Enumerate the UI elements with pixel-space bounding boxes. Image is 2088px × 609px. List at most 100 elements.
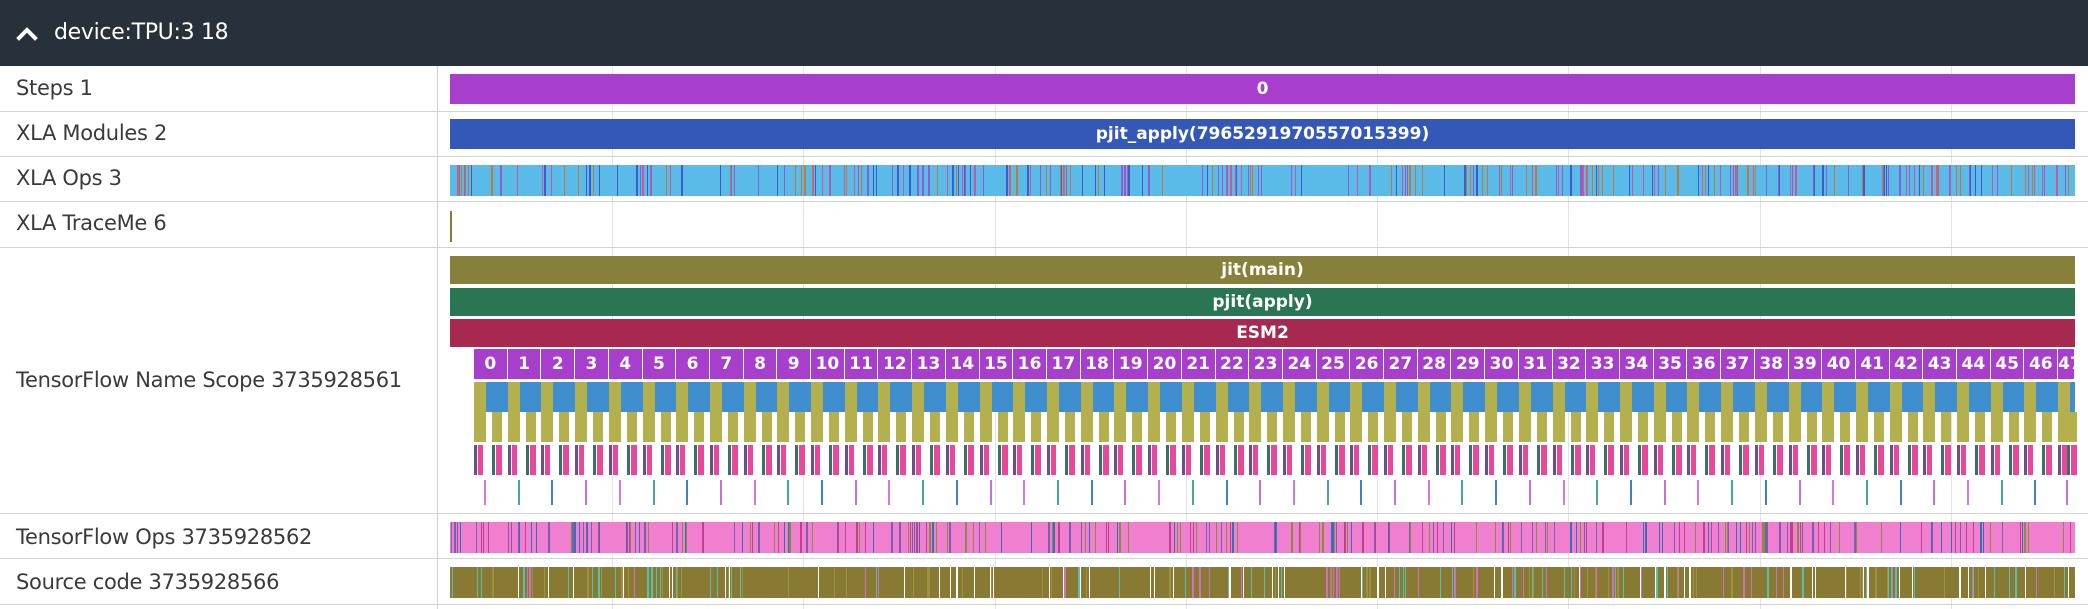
scope-event[interactable] [486, 382, 508, 412]
scope-event[interactable] [1764, 480, 1767, 505]
tf-op-event[interactable] [1718, 522, 1719, 553]
scope-event[interactable] [1350, 382, 1363, 412]
scope-event[interactable] [1080, 412, 1093, 442]
source-code-event[interactable] [939, 567, 940, 598]
scope-event[interactable] [1417, 412, 1430, 442]
source-code-event[interactable] [993, 567, 994, 598]
name-scope-esm2-bar[interactable]: ESM2 [450, 319, 2075, 347]
scope-event[interactable] [575, 412, 588, 442]
source-code-event[interactable] [1173, 567, 1174, 598]
xla-op-event[interactable] [2025, 165, 2026, 196]
scope-event[interactable] [553, 382, 576, 412]
scope-event[interactable] [2066, 480, 2069, 505]
scope-event[interactable] [823, 382, 845, 412]
source-code-event[interactable] [548, 567, 549, 598]
scope-event[interactable] [1840, 412, 1851, 442]
scope-event[interactable] [2058, 382, 2071, 412]
scope-event[interactable] [2034, 480, 2037, 505]
scope-event[interactable] [1455, 445, 1461, 475]
tf-op-event[interactable] [1454, 522, 1455, 553]
tf-op-event[interactable] [1545, 522, 1546, 553]
xla-op-event[interactable] [1370, 165, 1371, 196]
tf-op-event[interactable] [1791, 522, 1793, 553]
source-code-event[interactable] [865, 567, 866, 598]
scope-event[interactable] [934, 445, 941, 475]
scope-event[interactable] [1855, 445, 1859, 475]
xla-op-event[interactable] [952, 165, 954, 196]
scope-event[interactable] [777, 382, 790, 412]
xla-op-event[interactable] [2028, 165, 2029, 196]
xla-op-event[interactable] [1813, 165, 1814, 196]
xla-op-event[interactable] [730, 165, 731, 196]
scope-event[interactable] [1090, 480, 1093, 505]
xla-op-event[interactable] [846, 165, 847, 196]
layer-scope-block[interactable]: 29 [1451, 349, 1485, 379]
scope-event[interactable] [1596, 480, 1599, 505]
xla-op-event[interactable] [1295, 165, 1296, 196]
scope-event[interactable] [945, 412, 958, 442]
xla-op-event[interactable] [1997, 165, 1998, 196]
xla-op-event[interactable] [801, 165, 802, 196]
source-code-event[interactable] [1899, 567, 1900, 598]
xla-op-event[interactable] [457, 165, 458, 196]
tf-op-event[interactable] [1679, 522, 1680, 553]
tf-op-event[interactable] [845, 522, 846, 553]
source-code-event[interactable] [742, 567, 743, 598]
xla-op-event[interactable] [647, 165, 648, 196]
xla-op-event[interactable] [928, 165, 930, 196]
scope-event[interactable] [1219, 445, 1225, 475]
tf-op-event[interactable] [1502, 522, 1503, 553]
tf-op-event[interactable] [481, 522, 482, 553]
layer-scope-block[interactable]: 37 [1721, 349, 1754, 379]
scope-event[interactable] [1267, 412, 1278, 442]
scope-event[interactable] [507, 382, 520, 412]
xla-op-event[interactable] [492, 165, 493, 196]
tf-op-event[interactable] [1576, 522, 1577, 553]
xla-op-event[interactable] [917, 165, 919, 196]
source-code-event[interactable] [990, 567, 991, 598]
scope-event[interactable] [1249, 382, 1262, 412]
tf-op-event[interactable] [734, 522, 735, 553]
source-code-event[interactable] [846, 567, 847, 598]
scope-event[interactable] [1160, 382, 1182, 412]
tf-op-event[interactable] [1932, 522, 1933, 553]
scope-event[interactable] [1562, 480, 1565, 505]
scope-event[interactable] [664, 445, 671, 475]
scope-event[interactable] [1328, 382, 1351, 412]
scope-event[interactable] [1017, 445, 1023, 475]
tf-op-event[interactable] [742, 522, 743, 553]
scope-event[interactable] [1304, 445, 1311, 475]
source-code-event[interactable] [1612, 567, 1614, 598]
scope-event[interactable] [1316, 412, 1329, 442]
source-code-event[interactable] [1264, 567, 1265, 598]
xla-op-event[interactable] [1823, 165, 1824, 196]
tf-op-event[interactable] [1443, 522, 1444, 553]
xla-op-event[interactable] [1931, 165, 1933, 196]
scope-event[interactable] [997, 412, 1008, 442]
scope-event[interactable] [1350, 445, 1354, 475]
scope-event[interactable] [1990, 445, 1994, 475]
source-code-event[interactable] [681, 567, 682, 598]
scope-event[interactable] [878, 412, 891, 442]
scope-event[interactable] [1798, 480, 1801, 505]
scope-event[interactable] [945, 382, 958, 412]
xla-op-event[interactable] [965, 165, 966, 196]
scope-event[interactable] [1810, 445, 1817, 475]
scope-event[interactable] [1979, 445, 1986, 475]
source-code-event[interactable] [878, 567, 879, 598]
tf-op-event[interactable] [635, 522, 636, 553]
xla-op-event[interactable] [500, 165, 502, 196]
source-code-event[interactable] [729, 567, 730, 598]
xla-op-event[interactable] [1790, 165, 1791, 196]
tf-op-event[interactable] [1570, 522, 1572, 553]
xla-op-event[interactable] [1016, 165, 1018, 196]
scope-event[interactable] [1046, 412, 1059, 442]
xla-op-event[interactable] [1992, 165, 1993, 196]
xla-op-event[interactable] [1862, 165, 1863, 196]
tf-op-event[interactable] [908, 522, 909, 553]
scope-event[interactable] [1191, 480, 1194, 505]
scope-event[interactable] [1300, 445, 1304, 475]
scope-event[interactable] [525, 445, 529, 475]
scope-event[interactable] [1907, 412, 1918, 442]
xla-op-event[interactable] [1466, 165, 1467, 196]
